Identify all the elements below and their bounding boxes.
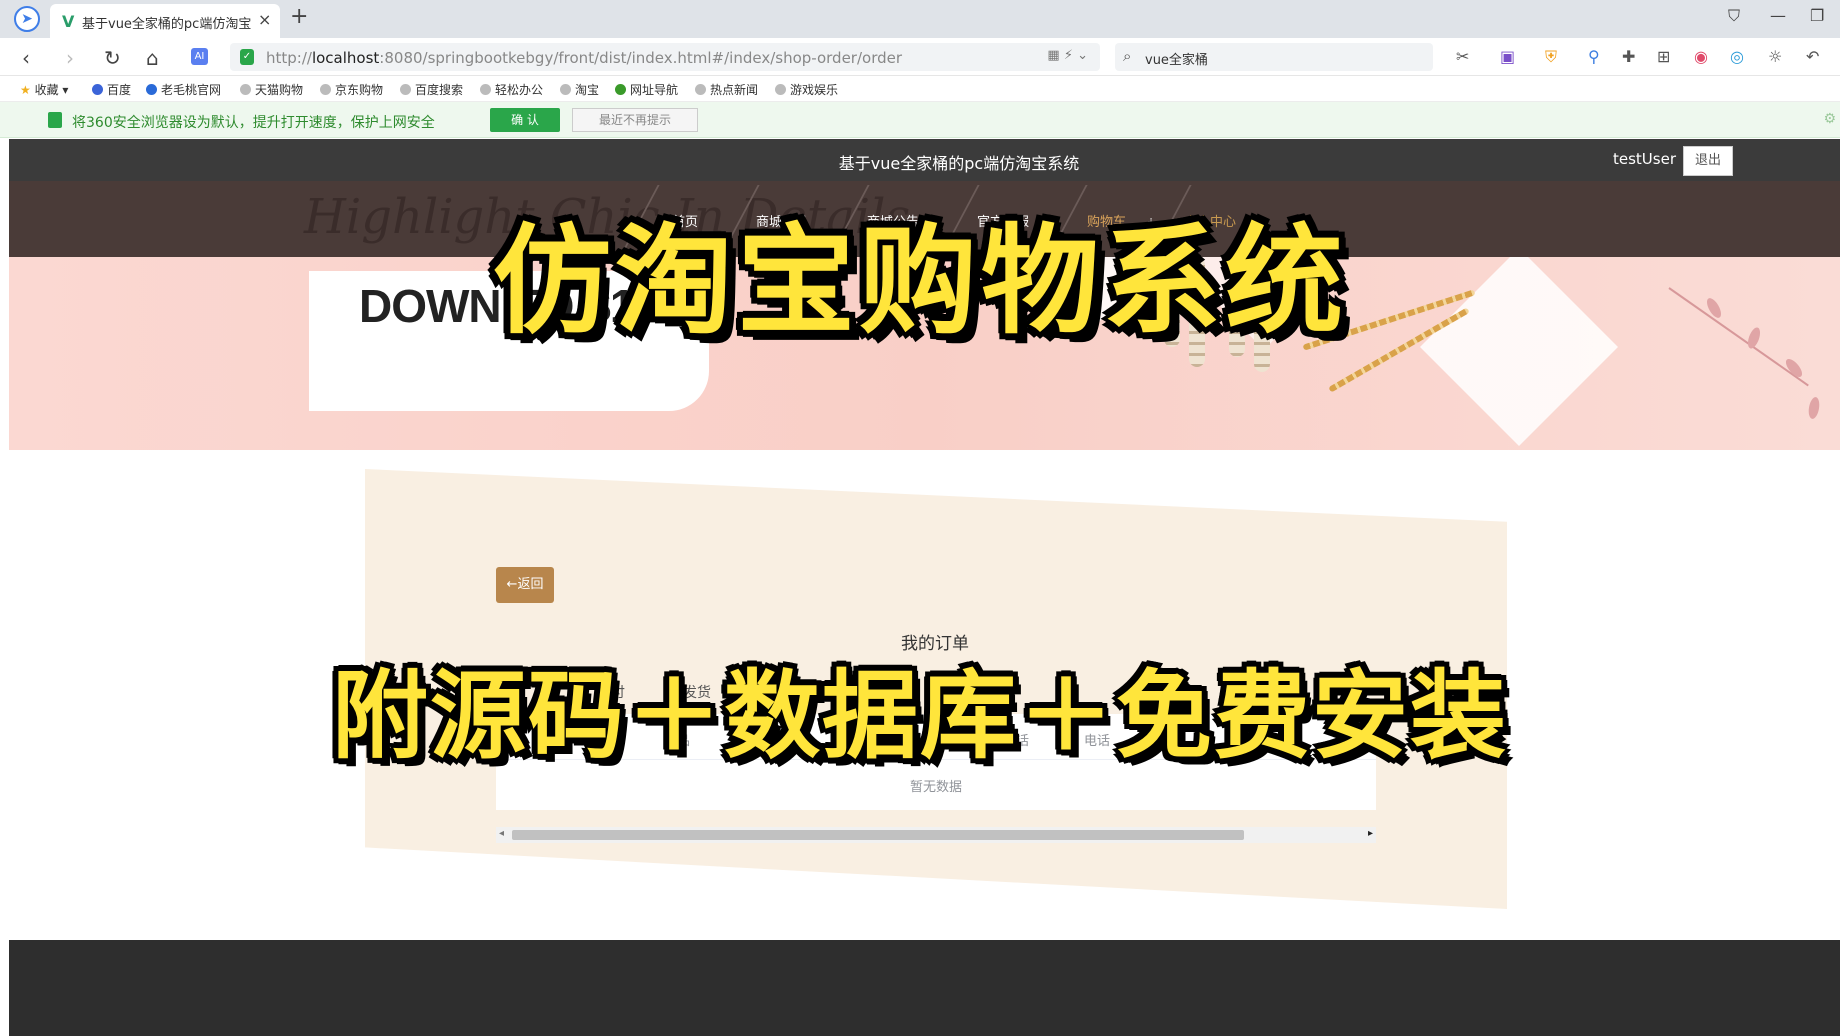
edge-icon[interactable]: ◎ <box>1730 47 1744 66</box>
favorite-label: 热点新闻 <box>710 83 759 97</box>
search-value: vue全家桶 <box>1145 53 1208 68</box>
url-field[interactable]: ✓ http://localhost:8080/springbootkebgy/… <box>230 43 1100 71</box>
favorites-bar: ★ 收藏 ▾ 百度 老毛桃官网 天猫购物 京东购物 百度搜索 轻松办公 淘宝 网… <box>0 76 1840 102</box>
puzzle-icon[interactable]: ✚ <box>1622 47 1635 66</box>
favorite-label: 天猫购物 <box>255 83 304 97</box>
secure-shield-icon: ✓ <box>240 49 254 65</box>
favorite-item[interactable]: 京东购物 <box>320 81 383 98</box>
home-icon[interactable]: ⌂ <box>146 46 159 70</box>
close-tab-icon[interactable]: × <box>258 10 271 29</box>
new-tab-button[interactable]: + <box>290 4 308 29</box>
default-browser-infobar: 将360安全浏览器设为默认，提升打开速度，保护上网安全 确 认 最近不再提示 ⚙ <box>0 102 1840 138</box>
infobar-confirm-button[interactable]: 确 认 <box>490 108 560 132</box>
site-footer <box>9 940 1840 1036</box>
favorite-label: 轻松办公 <box>495 83 544 97</box>
favorite-label: 京东购物 <box>335 83 384 97</box>
username: testUser <box>1613 150 1676 168</box>
overlay-title: 仿淘宝购物系统 <box>492 212 1347 350</box>
shield-extension-icon[interactable]: ⛨ <box>1545 47 1557 67</box>
favorite-item[interactable]: 老毛桃官网 <box>146 81 221 98</box>
browser-search-field[interactable]: ⌕ vue全家桶 <box>1115 43 1433 71</box>
back-button[interactable]: ←返回 <box>496 567 554 603</box>
site-title: 基于vue全家桶的pc端仿淘宝系统 <box>838 154 1080 173</box>
favorite-label: 淘宝 <box>575 83 600 97</box>
scroll-left-icon[interactable]: ◂ <box>499 828 504 839</box>
infobar-dismiss-button[interactable]: 最近不再提示 <box>572 108 698 132</box>
restore-button[interactable]: ❐ <box>1810 6 1824 25</box>
url-prefix: http:// <box>266 49 312 67</box>
favorite-item[interactable]: ★ 收藏 ▾ <box>20 81 68 98</box>
empty-state-text: 暂无数据 <box>909 780 962 795</box>
leaf-decoration <box>1807 396 1821 420</box>
browser-logo-icon[interactable]: ➤ <box>14 6 40 32</box>
logout-button[interactable]: 退出 <box>1683 146 1733 176</box>
url-extra-icons[interactable]: ▦ ⚡ ⌄ <box>1047 48 1088 63</box>
favorite-label: 游戏娱乐 <box>790 83 839 97</box>
translate-icon[interactable]: ▣ <box>1500 47 1515 66</box>
infobar-message: 将360安全浏览器设为默认，提升打开速度，保护上网安全 <box>72 115 435 131</box>
site-header: 基于vue全家桶的pc端仿淘宝系统 testUser 退出 <box>9 139 1840 181</box>
search-icon: ⌕ <box>1123 47 1132 65</box>
vue-favicon-icon: V <box>62 12 75 31</box>
address-toolbar: ‹ › ↻ ⌂ AI ✓ http://localhost:8080/sprin… <box>0 38 1840 76</box>
color-circle-icon[interactable]: ◉ <box>1694 47 1708 66</box>
url-rest: :8080/springbootkebgy/front/dist/index.h… <box>379 49 903 67</box>
favorite-item[interactable]: 游戏娱乐 <box>775 81 838 98</box>
magnifier-icon[interactable]: ⚲ <box>1588 47 1600 66</box>
pin-icon[interactable]: ⛉ <box>1728 6 1740 26</box>
lock-icon <box>48 112 62 128</box>
url-host: localhost <box>311 49 380 67</box>
favorite-item[interactable]: 轻松办公 <box>480 81 543 98</box>
favorite-label: 老毛桃官网 <box>161 83 222 97</box>
grid-apps-icon[interactable]: ⊞ <box>1657 47 1670 66</box>
favorite-item[interactable]: 百度搜索 <box>400 81 463 98</box>
favorite-label: 百度 <box>107 83 132 97</box>
favorite-item[interactable]: 百度 <box>92 81 131 98</box>
overlay-subtitle: 附源码＋数据库＋免费安装 <box>332 660 1508 772</box>
tab-title: 基于vue全家桶的pc端仿淘宝系 <box>82 17 252 32</box>
favorite-label: 百度搜索 <box>415 83 464 97</box>
forward-icon[interactable]: › <box>66 46 74 70</box>
favorite-item[interactable]: 天猫购物 <box>240 81 303 98</box>
favorite-item[interactable]: 热点新闻 <box>695 81 758 98</box>
favorite-label: 收藏 <box>34 83 59 97</box>
brightness-icon[interactable]: ☼ <box>1768 47 1782 66</box>
browser-tab-active[interactable]: V 基于vue全家桶的pc端仿淘宝系 × <box>50 4 280 38</box>
horizontal-scrollbar[interactable]: ◂ ▸ <box>496 827 1376 843</box>
ai-assistant-icon[interactable]: AI <box>191 48 208 65</box>
favorite-item[interactable]: 网址导航 <box>615 81 678 98</box>
scrollbar-thumb[interactable] <box>512 830 1244 840</box>
scissors-icon[interactable]: ✂ <box>1456 47 1469 66</box>
favorite-item[interactable]: 淘宝 <box>560 81 599 98</box>
favorite-label: 网址导航 <box>630 83 679 97</box>
browser-tab-strip: ➤ V 基于vue全家桶的pc端仿淘宝系 × + ⛉ — ❐ <box>0 0 1840 38</box>
scroll-right-icon[interactable]: ▸ <box>1368 828 1373 839</box>
reload-icon[interactable]: ↻ <box>104 46 121 70</box>
undo-icon[interactable]: ↶ <box>1806 47 1819 66</box>
minimize-button[interactable]: — <box>1770 6 1786 25</box>
url-text: http://localhost:8080/springbootkebgy/fr… <box>266 49 902 67</box>
back-icon[interactable]: ‹ <box>22 46 30 70</box>
gear-icon[interactable]: ⚙ <box>1823 111 1836 127</box>
